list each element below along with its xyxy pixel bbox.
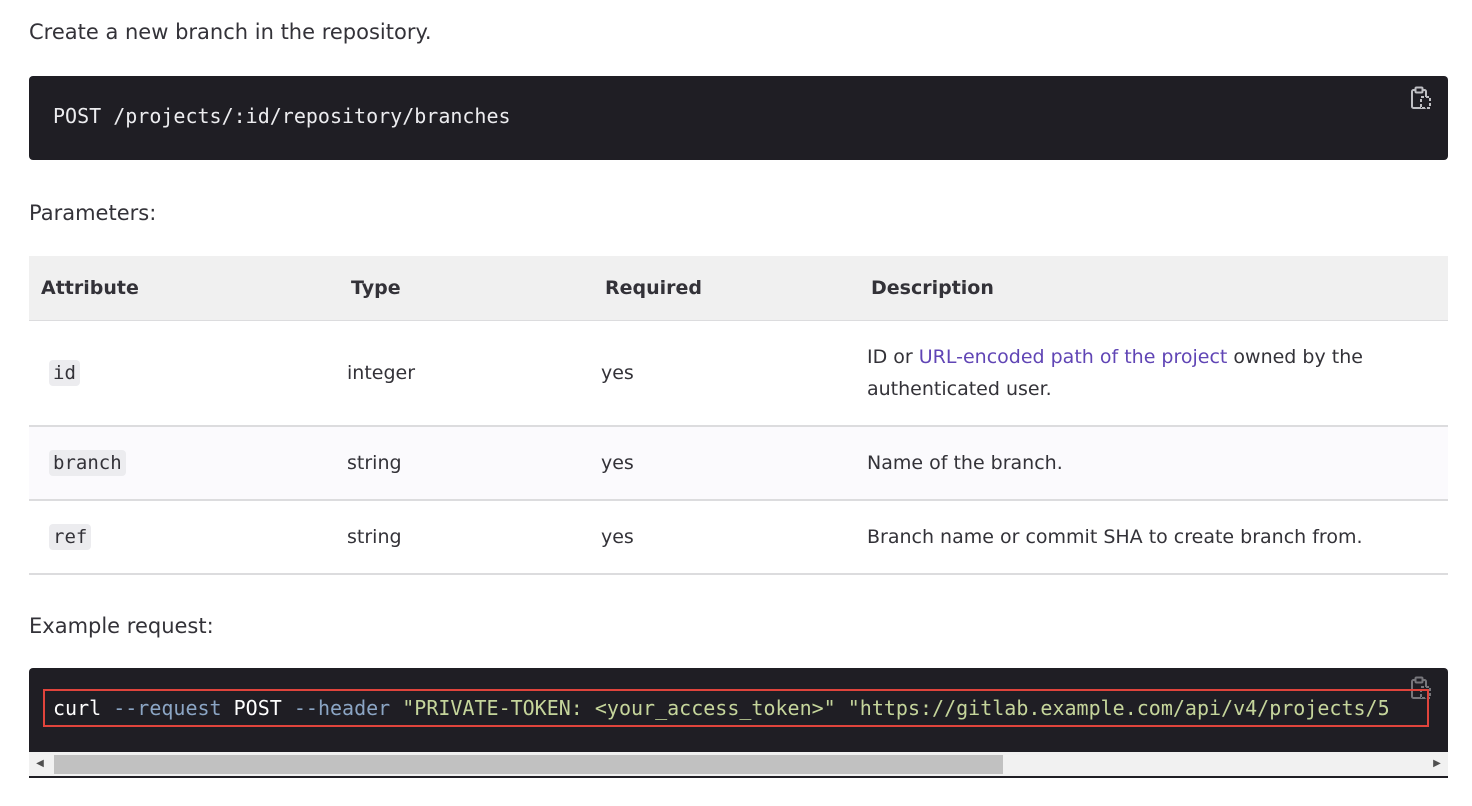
description-cell: ID or URL-encoded path of the project ow… [847,320,1448,427]
header-type: Type [327,256,581,321]
parameters-label: Parameters: [29,201,157,225]
required-cell: yes [581,320,847,427]
description-cell: Name of the branch. [847,426,1448,501]
attribute-cell: id [29,320,327,427]
type-cell: string [327,500,581,575]
description-text: ID or [867,345,919,368]
header-required: Required [581,256,847,321]
attribute-cell: ref [29,500,327,575]
type-cell: string [327,426,581,501]
scroll-right-arrow-icon[interactable]: ▶ [1426,752,1448,776]
table-row: ref string yes Branch name or commit SHA… [29,500,1448,575]
clipboard-icon [1411,86,1431,109]
table-header-row: Attribute Type Required Description [29,256,1448,321]
parameters-table: Attribute Type Required Description id i… [29,256,1448,575]
header-attribute: Attribute [29,256,327,321]
endpoint-code: POST /projects/:id/repository/branches [53,104,511,128]
table-row: id integer yes ID or URL-encoded path of… [29,320,1448,427]
attribute-cell: branch [29,426,327,501]
scroll-left-arrow-icon[interactable]: ◀ [29,752,51,776]
attribute-code: id [49,359,80,386]
example-request-label: Example request: [29,614,214,638]
highlight-box [43,689,1429,727]
url-encoded-path-link[interactable]: URL-encoded path of the project [919,346,1228,368]
required-cell: yes [581,500,847,575]
scrollbar-thumb[interactable] [54,755,1003,774]
description-cell: Branch name or commit SHA to create bran… [847,500,1448,575]
attribute-code: branch [49,450,126,476]
copy-endpoint-button[interactable] [1409,86,1433,112]
header-description: Description [847,256,1448,321]
table-row: branch string yes Name of the branch. [29,426,1448,501]
required-cell: yes [581,426,847,501]
type-cell: integer [327,320,581,427]
endpoint-code-block: POST /projects/:id/repository/branches [29,76,1448,160]
attribute-code: ref [49,524,92,550]
intro-text: Create a new branch in the repository. [29,20,432,44]
horizontal-scrollbar[interactable]: ◀ ▶ [29,752,1448,776]
